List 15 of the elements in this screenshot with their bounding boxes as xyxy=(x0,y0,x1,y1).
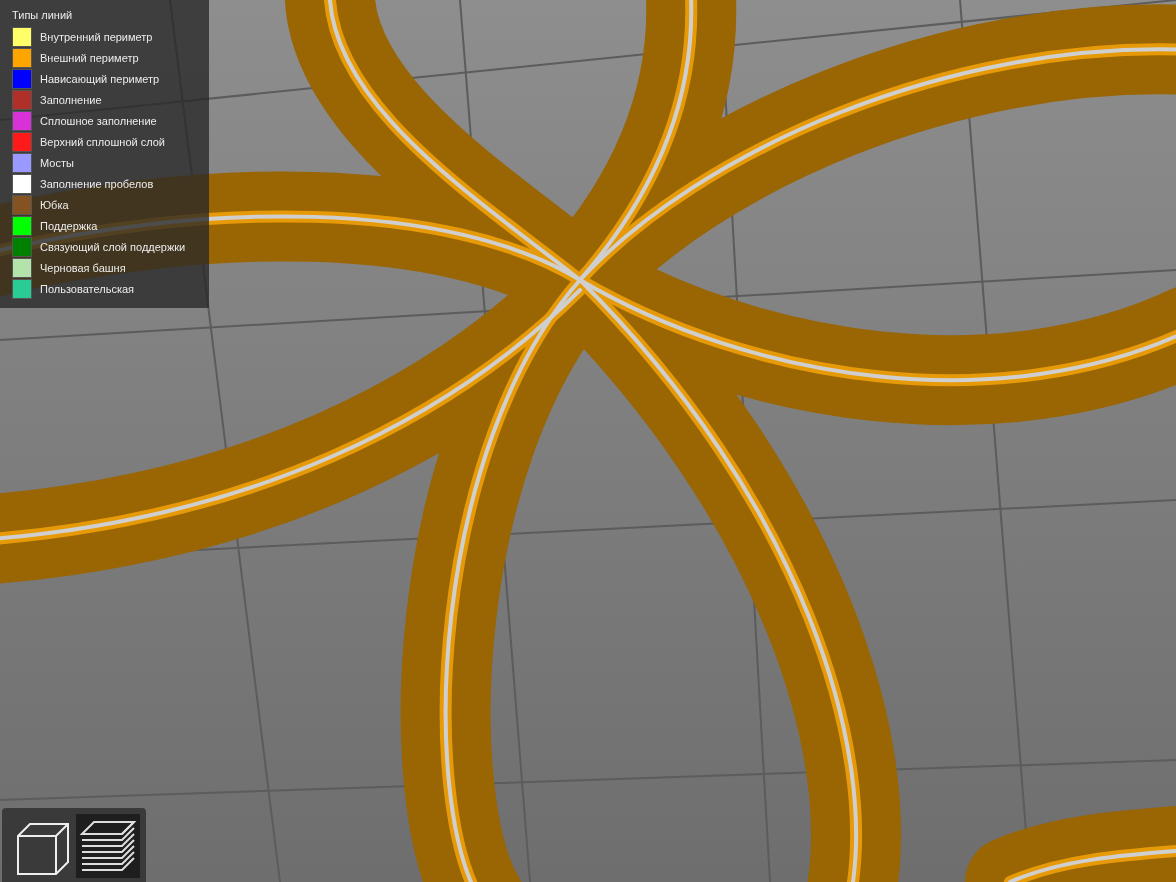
legend-label: Мосты xyxy=(40,155,74,171)
legend-label: Верхний сплошной слой xyxy=(40,134,165,150)
legend-label: Пользовательская xyxy=(40,281,134,297)
legend-title: Типы линий xyxy=(12,8,74,23)
legend-label: Внутренний периметр xyxy=(40,29,153,45)
legend-label: Заполнение xyxy=(40,92,102,108)
legend-label: Внешний периметр xyxy=(40,50,139,66)
legend-label: Поддержка xyxy=(40,218,98,234)
legend-label: Юбка xyxy=(40,197,69,213)
legend-label: Заполнение пробелов xyxy=(40,176,154,192)
legend-label: Черновая башня xyxy=(40,260,126,276)
legend-label: Нависающий периметр xyxy=(40,71,160,87)
legend-label: Сплошное заполнение xyxy=(40,113,157,129)
legend-label: Связующий слой поддержки xyxy=(40,239,186,255)
preview-view-button[interactable] xyxy=(76,814,140,878)
